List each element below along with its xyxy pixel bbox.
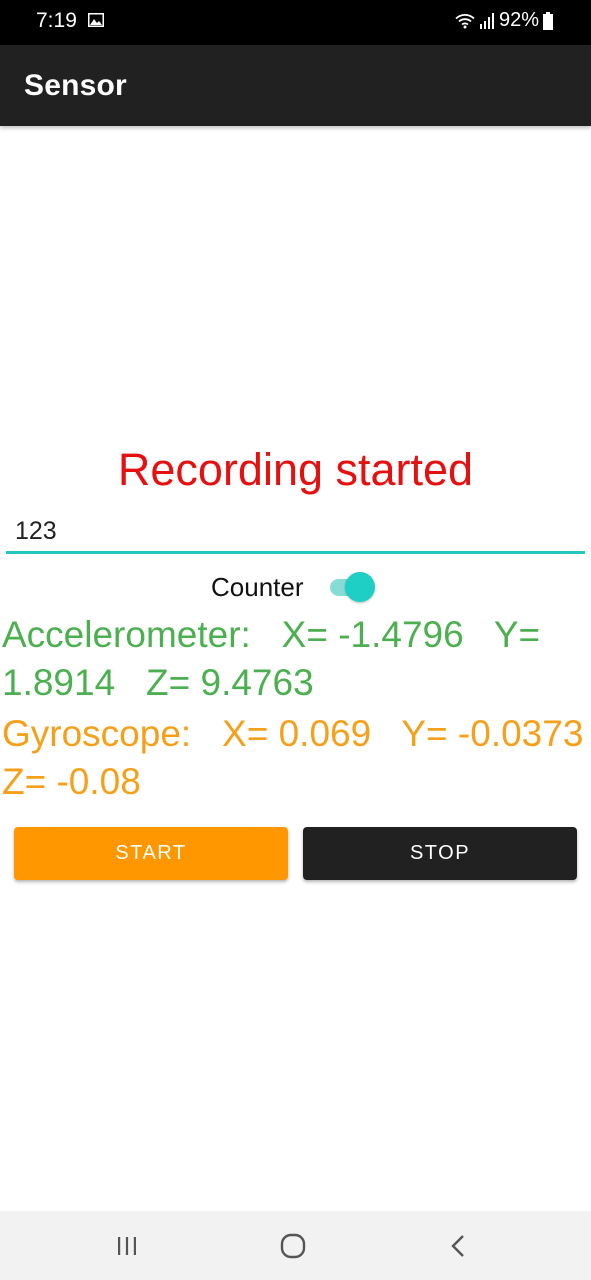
back-button[interactable] <box>398 1211 518 1280</box>
app-bar: Sensor <box>0 45 591 126</box>
navigation-bar <box>0 1211 591 1280</box>
wifi-icon <box>455 13 475 28</box>
stop-button[interactable]: STOP <box>303 827 577 880</box>
home-button[interactable] <box>233 1211 353 1280</box>
gyroscope-reading: Gyroscope: X= 0.069 Y= -0.0373 Z= -0.08 <box>2 713 584 802</box>
gallery-icon <box>88 13 104 27</box>
accelerometer-reading: Accelerometer: X= -1.4796 Y= 1.8914 Z= 9… <box>2 614 551 703</box>
back-icon <box>451 1234 464 1257</box>
battery-percent: 92% <box>498 9 539 31</box>
home-icon <box>280 1233 306 1258</box>
counter-toggle-thumb <box>345 572 375 602</box>
counter-label: Counter <box>211 572 304 602</box>
signal-icon <box>479 12 494 29</box>
status-time: 7:19 <box>36 9 77 32</box>
counter-toggle[interactable] <box>328 571 378 603</box>
status-indicators: 92% <box>455 9 553 32</box>
value-input[interactable] <box>6 512 585 554</box>
recents-button[interactable] <box>67 1211 187 1280</box>
status-bar: 7:19 92% <box>0 0 591 45</box>
battery-icon <box>543 11 553 30</box>
app-title: Sensor <box>24 69 127 102</box>
recording-status-text: Recording started <box>117 444 474 495</box>
start-button[interactable]: START <box>14 827 288 880</box>
recents-icon <box>118 1236 136 1255</box>
